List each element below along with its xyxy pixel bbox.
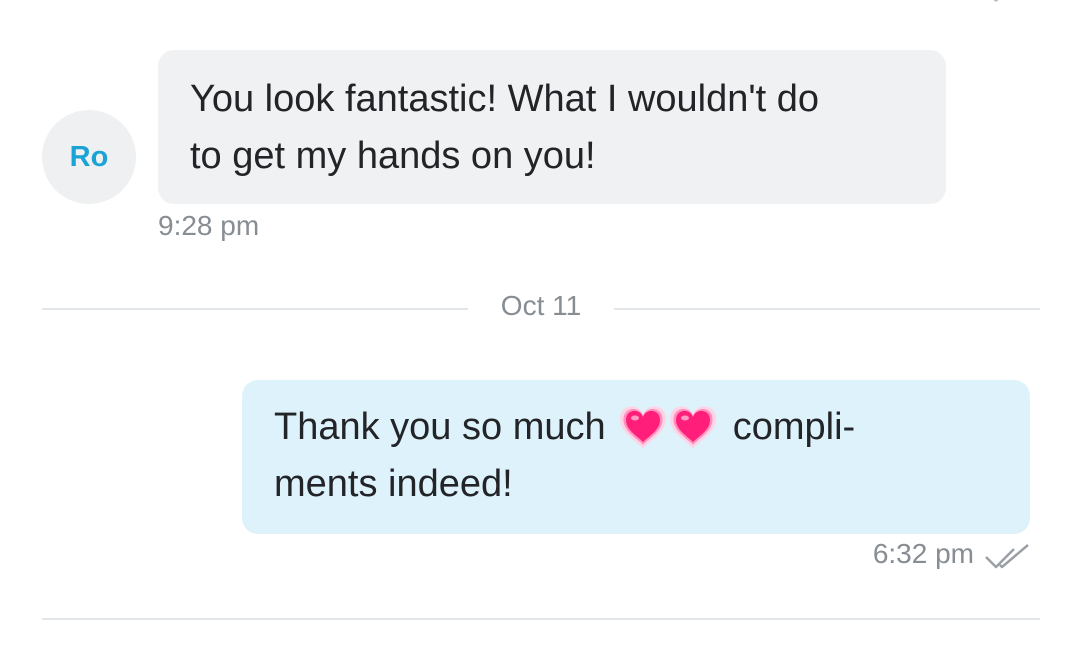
- divider-left: [42, 308, 468, 310]
- outgoing-message-bubble[interactable]: Thank you so much compli- ments indeed!: [242, 380, 1030, 534]
- message-timestamp: 9:28 pm: [158, 210, 260, 241]
- divider-right: [614, 308, 1040, 310]
- message-text-segment: Thank you so much: [274, 406, 606, 448]
- avatar[interactable]: Ro: [42, 110, 136, 204]
- double-check-icon: [985, 544, 1029, 569]
- growing-heart-emoji-icon: [620, 406, 717, 448]
- message-text-line: to get my hands on you!: [190, 135, 596, 177]
- date-label: Oct 11: [500, 290, 582, 321]
- divider: [42, 618, 1040, 620]
- incoming-message-bubble[interactable]: You look fantastic! What I wouldn't do t…: [158, 50, 946, 204]
- avatar-initials: Ro: [69, 140, 109, 173]
- message-text-segment: compli-: [732, 406, 856, 448]
- message-text-line: You look fantastic! What I wouldn't do: [190, 78, 820, 120]
- date-separator: Oct 11: [42, 288, 1040, 328]
- previous-message-ticks-icon: [993, 0, 999, 2]
- message-timestamp: 6:32 pm: [872, 538, 974, 569]
- message-text-line: ments indeed!: [274, 463, 513, 505]
